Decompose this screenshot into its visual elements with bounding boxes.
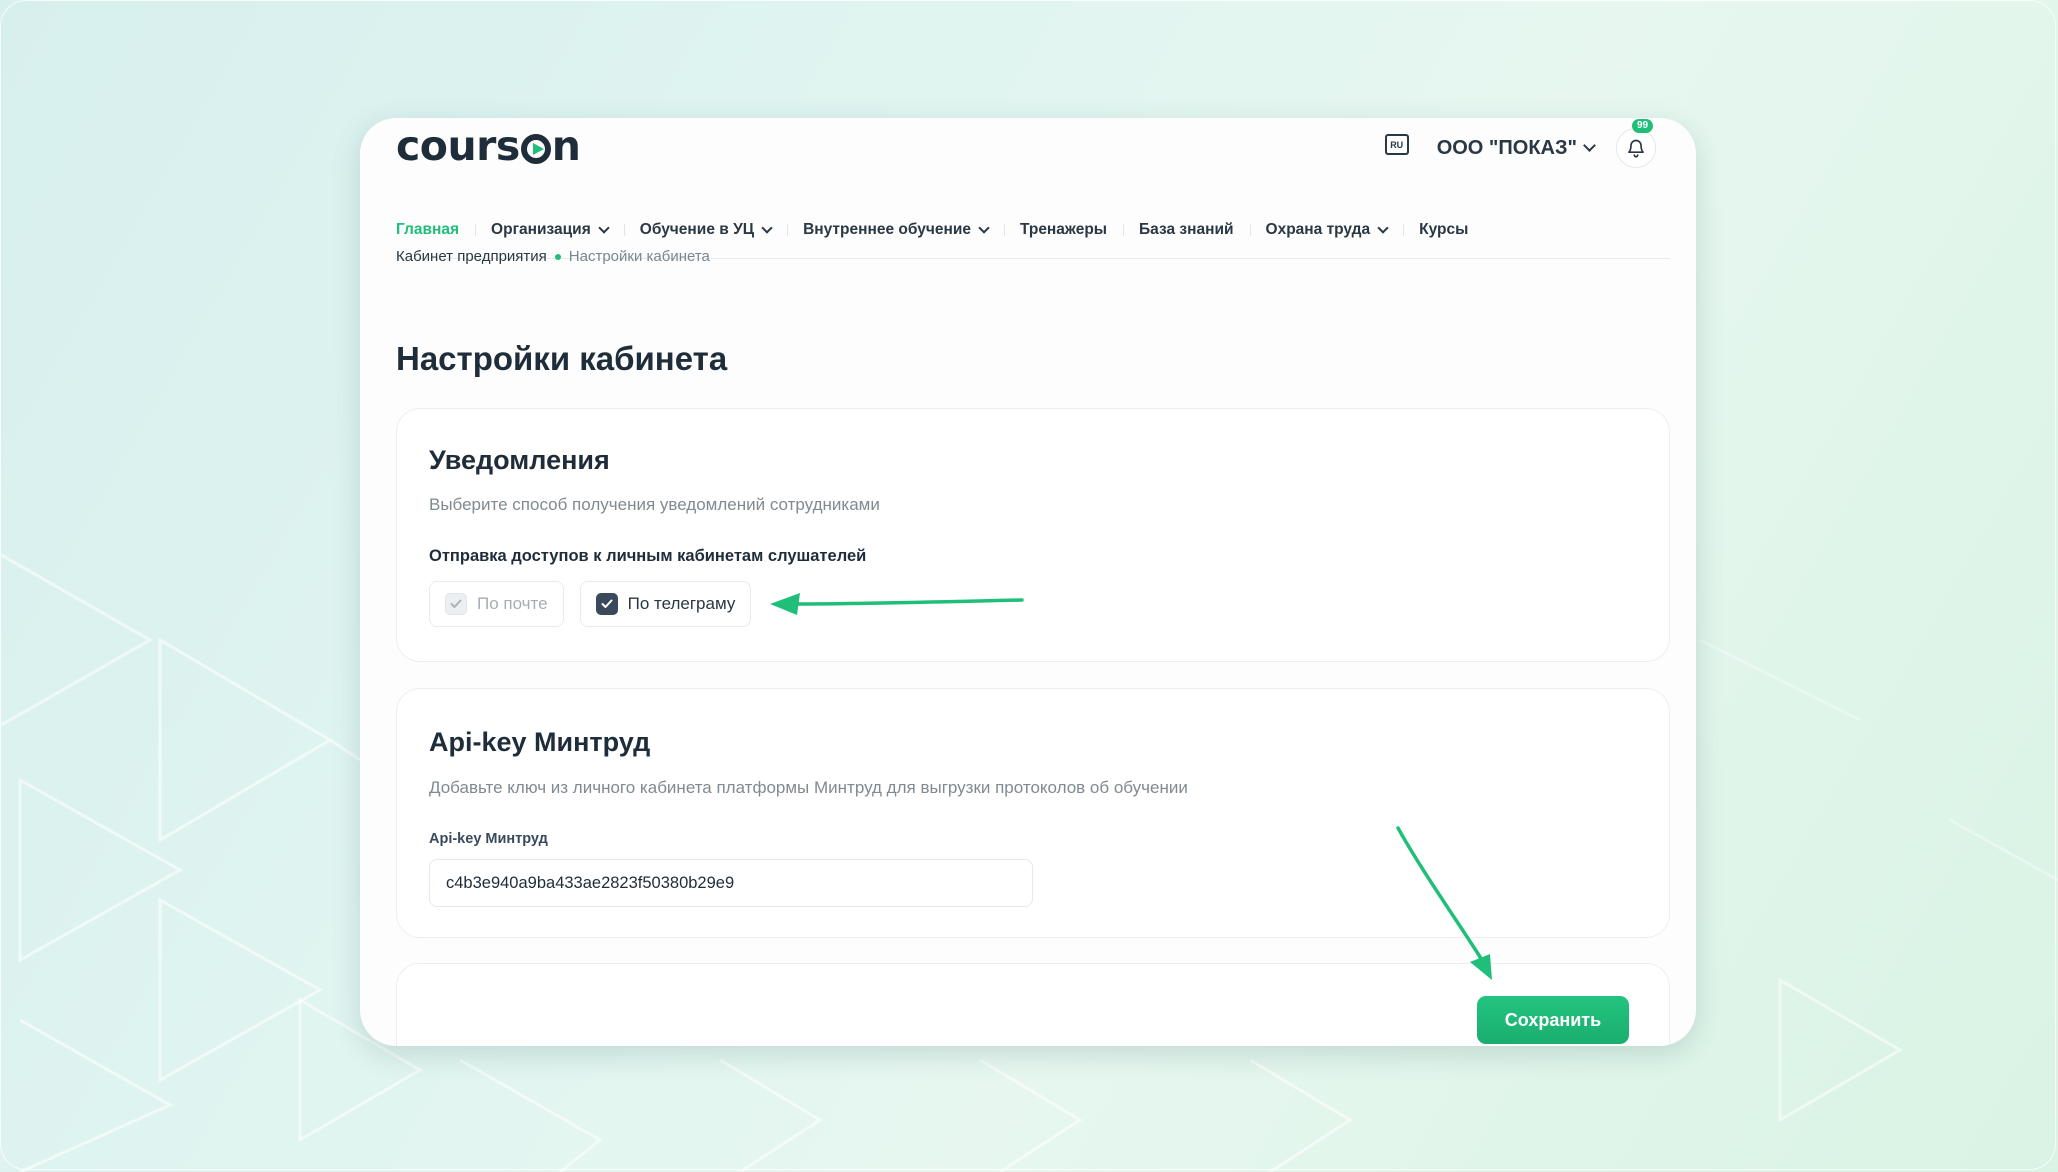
notifications-title: Уведомления: [429, 445, 610, 475]
nav-item-organization[interactable]: Организация: [475, 221, 624, 239]
api-key-title: Api-key Минтруд: [429, 727, 651, 757]
breadcrumb-parent-link[interactable]: Кабинет предприятия: [396, 248, 547, 265]
nav-item-home[interactable]: Главная: [396, 221, 475, 239]
option-telegram[interactable]: По телеграму: [579, 581, 752, 627]
notifications-card: Уведомления Выберите способ получения ув…: [396, 408, 1670, 662]
nav-item-label: Обучение в УЦ: [639, 221, 755, 238]
notifications-button[interactable]: 99: [1616, 119, 1656, 168]
delivery-options: По почте По телеграму: [429, 581, 752, 627]
lang-ru-label: RU: [1384, 134, 1409, 155]
nav-item-knowledge-base[interactable]: База знаний: [1123, 221, 1249, 239]
chevron-down-icon: [1583, 139, 1596, 152]
nav-item-label: Охрана труда: [1265, 221, 1371, 238]
company-selector[interactable]: ООО "ПОКАЗ": [1436, 136, 1596, 160]
nav-item-label: Курсы: [1419, 221, 1469, 238]
logo-text-end: n: [551, 122, 581, 170]
chevron-down-icon: [1377, 221, 1389, 234]
breadcrumb-separator: [554, 253, 561, 260]
language-switch-icon[interactable]: RU EN: [1384, 134, 1419, 162]
api-key-field-label: Api-key Минтруд: [429, 831, 548, 847]
chevron-down-icon: [598, 221, 610, 234]
breadcrumb: Кабинет предприятия Настройки кабинета: [396, 248, 710, 265]
nav-item-labor-safety[interactable]: Охрана труда: [1249, 221, 1404, 239]
option-email-label: По почте: [477, 594, 548, 613]
notifications-description: Выберите способ получения уведомлений со…: [429, 495, 880, 514]
breadcrumb-current: Настройки кабинета: [568, 248, 710, 265]
chevron-down-icon: [978, 221, 990, 234]
checkbox-telegram[interactable]: [595, 593, 618, 615]
header-actions: RU EN ООО "ПОКАЗ" 99: [1384, 119, 1656, 168]
save-button[interactable]: Сохранить: [1477, 996, 1629, 1044]
api-key-input[interactable]: [429, 859, 1033, 907]
check-icon: [601, 599, 613, 608]
courson-logo[interactable]: cours n: [396, 122, 581, 170]
logo-text-start: cours: [396, 122, 520, 170]
nav-item-label: Главная: [396, 221, 460, 238]
chevron-down-icon: [761, 221, 773, 234]
nav-item-training-center[interactable]: Обучение в УЦ: [623, 221, 787, 239]
option-email[interactable]: По почте: [429, 581, 564, 627]
nav-item-label: Организация: [491, 221, 591, 238]
company-name: ООО "ПОКАЗ": [1436, 136, 1577, 159]
nav-item-simulators[interactable]: Тренажеры: [1003, 221, 1123, 239]
nav-item-label: Внутреннее обучение: [803, 221, 971, 238]
page-title: Настройки кабинета: [396, 340, 728, 377]
checkbox-email[interactable]: [445, 593, 467, 615]
nav-item-label: Тренажеры: [1019, 221, 1108, 238]
nav-item-courses[interactable]: Курсы: [1403, 221, 1484, 239]
logo-play-icon: [520, 134, 551, 164]
nav-item-label: База знаний: [1139, 221, 1234, 238]
option-telegram-label: По телеграму: [627, 594, 736, 613]
nav-item-internal-training[interactable]: Внутреннее обучение: [787, 221, 1004, 239]
notification-count-badge: 99: [1632, 119, 1654, 133]
bell-icon: [1628, 139, 1644, 158]
api-key-card: Api-key Минтруд Добавьте ключ из личного…: [396, 688, 1670, 938]
actions-card: Сохранить: [396, 963, 1670, 1046]
app-window: coursn RU EN ООО "ПОКАЗ" 99 Главная Орга…: [360, 118, 1696, 1046]
check-icon: [450, 599, 462, 608]
api-key-description: Добавьте ключ из личного кабинета платфо…: [429, 778, 1188, 797]
access-delivery-label: Отправка доступов к личным кабинетам слу…: [429, 547, 867, 565]
